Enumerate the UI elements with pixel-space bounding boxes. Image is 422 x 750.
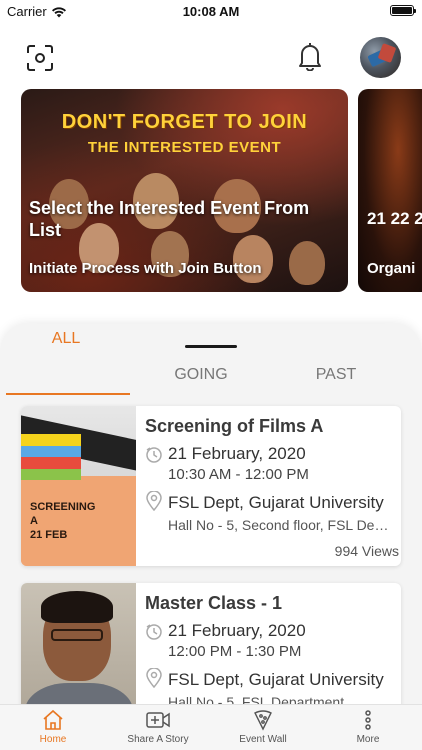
clock-icon bbox=[146, 447, 162, 463]
avatar[interactable] bbox=[360, 37, 401, 78]
banner-subline: THE INTERESTED EVENT bbox=[87, 139, 282, 156]
active-tab-indicator bbox=[6, 393, 130, 395]
nav-event-wall[interactable]: Event Wall bbox=[218, 709, 308, 745]
location-pin-icon bbox=[146, 491, 162, 511]
more-vertical-icon bbox=[365, 710, 371, 730]
event-thumbnail: SCREENING A 21 FEB bbox=[21, 406, 136, 566]
home-icon bbox=[43, 709, 63, 730]
event-time: 12:00 PM - 1:30 PM bbox=[168, 643, 302, 660]
nav-label: More bbox=[356, 734, 380, 745]
tab-going[interactable]: GOING bbox=[141, 366, 261, 384]
banner-title: 21 22 2 bbox=[367, 209, 422, 228]
events-sheet: ALL GOING PAST SCREENING A 21 FEB Screen… bbox=[0, 324, 422, 704]
clock-icon bbox=[146, 624, 162, 640]
thumbnail-text: A bbox=[30, 515, 38, 527]
thumbnail-text: 21 FEB bbox=[30, 529, 68, 541]
event-card[interactable]: Master Class - 1 21 February, 2020 12:00… bbox=[21, 583, 401, 704]
location-pin-icon bbox=[146, 668, 162, 688]
event-views: 994 Views bbox=[334, 543, 399, 559]
drag-handle[interactable] bbox=[185, 345, 237, 348]
pizza-slice-icon bbox=[254, 710, 272, 731]
banner-card[interactable]: 21 22 2 Organi bbox=[358, 89, 422, 292]
tab-past[interactable]: PAST bbox=[276, 366, 396, 384]
nav-label: Share A Story bbox=[127, 734, 189, 745]
event-card[interactable]: SCREENING A 21 FEB Screening of Films A … bbox=[21, 406, 401, 566]
event-hall: Hall No - 5, FSL Department bbox=[168, 694, 345, 704]
banner-card[interactable]: DON'T FORGET TO JOIN THE INTERESTED EVEN… bbox=[21, 89, 348, 292]
status-time: 10:08 AM bbox=[182, 4, 240, 19]
video-plus-icon bbox=[146, 712, 170, 728]
event-title: Screening of Films A bbox=[145, 416, 324, 436]
event-time: 10:30 AM - 12:00 PM bbox=[168, 466, 309, 483]
battery-icon bbox=[390, 5, 416, 16]
banner-subtitle: Organi bbox=[367, 260, 416, 277]
nav-more[interactable]: More bbox=[323, 709, 413, 745]
bottom-nav: Home Share A Story Event Wall More bbox=[0, 704, 422, 750]
nav-home[interactable]: Home bbox=[8, 709, 98, 745]
event-venue: FSL Dept, Gujarat University bbox=[168, 493, 384, 512]
tab-all[interactable]: ALL bbox=[6, 330, 126, 348]
event-date: 21 February, 2020 bbox=[168, 621, 306, 640]
nav-label: Event Wall bbox=[239, 734, 287, 745]
event-title: Master Class - 1 bbox=[145, 593, 283, 613]
event-venue: FSL Dept, Gujarat University bbox=[168, 670, 384, 689]
banner-title: Select the Interested Event From List bbox=[29, 198, 310, 240]
banner-subtitle: Initiate Process with Join Button bbox=[29, 260, 262, 277]
status-bar: Carrier 10:08 AM bbox=[0, 0, 422, 22]
scan-qr-icon[interactable] bbox=[26, 44, 54, 72]
bell-icon[interactable] bbox=[296, 40, 324, 72]
nav-share-story[interactable]: Share A Story bbox=[113, 709, 203, 745]
banner-headline: DON'T FORGET TO JOIN bbox=[61, 111, 308, 133]
nav-label: Home bbox=[39, 734, 67, 745]
thumbnail-text: SCREENING bbox=[30, 501, 96, 513]
event-thumbnail bbox=[21, 583, 136, 704]
event-date: 21 February, 2020 bbox=[168, 444, 306, 463]
event-hall: Hall No - 5, Second floor, FSL Departmen… bbox=[168, 517, 396, 533]
